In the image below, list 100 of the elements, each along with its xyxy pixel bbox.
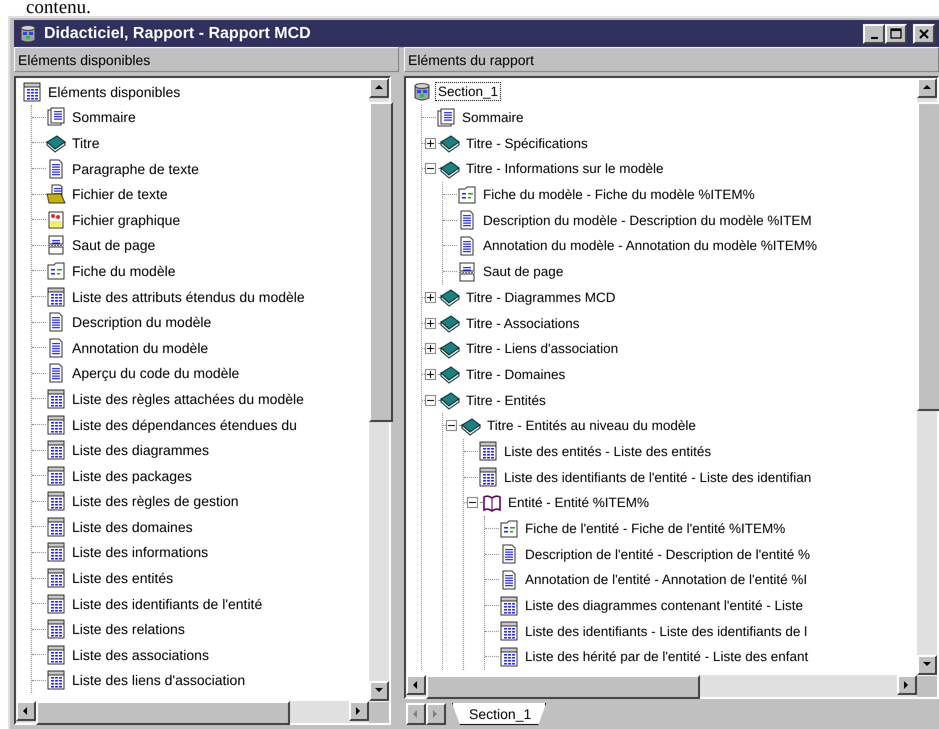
tree-item[interactable]: Saut de page [481,263,566,280]
scrollbar-thumb[interactable] [426,675,700,699]
tree-item[interactable]: Liste des diagrammes contenant l'entité - Liste [523,597,805,614]
expand-toggle[interactable] [425,292,436,303]
tree-item[interactable]: Titre - Diagrammes MCD [464,288,618,306]
section-tab[interactable]: Section_1 [452,703,546,725]
expand-toggle[interactable] [425,343,436,354]
tree-item[interactable]: Description de l'entité - Description de l'entité % [523,546,812,563]
scroll-left-button[interactable] [16,701,36,721]
vertical-scrollbar[interactable] [917,78,937,675]
plus-icon [427,370,434,378]
collapse-toggle[interactable] [467,497,478,508]
expand-toggle[interactable] [425,368,436,380]
table-icon [46,594,66,614]
tree-item[interactable]: Liste des attributs étendus du modèle [70,288,307,306]
scroll-left-button[interactable] [406,675,426,695]
table-icon [478,467,498,488]
tree-item[interactable]: Titre - Entités au niveau du modèle [485,417,698,434]
table-icon [46,619,66,640]
tree-item[interactable]: Fiche du modèle [70,262,178,280]
collapse-toggle[interactable] [425,394,436,406]
tree-item[interactable]: Liste des liens d'association [70,671,248,690]
tree-item[interactable]: Liste des diagrammes [70,441,211,460]
horizontal-scrollbar[interactable] [406,675,917,697]
tree-item[interactable]: Eléments disponibles [46,82,182,101]
scrollbar-thumb[interactable] [917,102,939,411]
next-tab-button[interactable] [426,703,446,725]
tree-item[interactable]: Titre - Liens d'association [464,340,620,358]
tree-item[interactable]: Sommaire [70,108,138,126]
tree-item[interactable]: Titre [70,134,102,152]
tree-item[interactable]: Annotation du modèle - Annotation du modèle %ITEM% [481,237,819,254]
tree-item[interactable]: Liste des associations [70,646,211,664]
book-icon [46,132,66,153]
collapse-toggle[interactable] [446,420,457,432]
horizontal-scrollbar[interactable] [16,701,369,723]
plus-icon [427,320,434,327]
maximize-button[interactable] [885,24,907,44]
tree-item[interactable]: Titre - Informations sur le modèle [464,160,666,178]
tree-item[interactable]: Titre - Entités [464,392,548,409]
scroll-up-button[interactable] [369,78,389,98]
tree-item[interactable]: Liste des packages [70,466,194,485]
tree-item[interactable]: Description du modèle [70,313,214,332]
tree-item[interactable]: Liste des identifiants - Liste des identifiants de l [523,622,810,640]
minimize-button[interactable] [863,24,885,44]
tree-item[interactable]: Sommaire [460,109,526,126]
tree-item[interactable]: Liste des identifiants de l'entité [70,594,264,613]
page-break-icon [457,262,477,282]
scroll-down-button[interactable] [369,681,389,701]
tree-item[interactable]: Saut de page [70,236,158,254]
tree-item[interactable]: Fiche du modèle - Fiche du modèle %ITEM% [481,186,757,204]
tree-item[interactable]: Section_1 [436,83,500,100]
scroll-down-button[interactable] [917,655,937,675]
tree-item[interactable]: Liste des règles attachées du modèle [70,390,306,408]
tree-item[interactable]: Fiche de l'entité - Fiche de l'entité %ITEM% [523,520,788,538]
folder-page-icon [46,184,66,204]
previous-tab-button[interactable] [406,703,426,725]
tree-item[interactable]: Liste des domaines [70,518,195,536]
scroll-up-button[interactable] [917,78,937,98]
tree-item[interactable]: Fichier de texte [70,185,170,204]
tree-item[interactable]: Liste des informations [70,543,210,562]
tree-item[interactable]: Liste des identifiants de l'entité - Liste des identifian [502,468,814,486]
tree-item[interactable]: Entité - Entité %ITEM% [506,494,652,512]
scroll-right-button[interactable] [897,675,917,695]
table-icon [46,542,66,562]
table-icon [499,621,519,642]
panel-header: Eléments disponibles [14,47,399,72]
scroll-right-button[interactable] [349,701,369,721]
tree-item[interactable]: Description du modèle - Description du modèle %ITEM [481,212,814,229]
picture-page-icon [46,210,66,230]
tree-item[interactable]: Annotation du modèle [70,338,210,357]
tree-item[interactable]: Liste des relations [70,620,187,638]
tree-item[interactable]: Liste des entités [70,569,176,588]
table-icon [46,670,66,690]
cylinder-icon [412,82,432,102]
tree-item[interactable]: Aperçu du code du modèle [70,364,242,382]
tree-item[interactable]: Titre - Spécifications [464,134,590,152]
collapse-toggle[interactable] [425,163,436,174]
form-sheet-icon [46,260,66,281]
tree-item[interactable]: Titre - Domaines [464,366,568,383]
expand-toggle[interactable] [425,138,436,149]
table-icon [46,440,66,460]
tree-item[interactable]: Liste des entités - Liste des entités [502,442,714,460]
tree-item[interactable]: Liste des dépendances étendues du [70,416,299,434]
table-icon [478,441,498,462]
tree-item[interactable]: Paragraphe de texte [70,160,201,178]
book-icon [440,313,460,334]
table-icon [46,644,66,665]
open-book-icon [482,492,502,513]
close-button[interactable] [913,24,935,44]
scrollbar-thumb[interactable] [369,102,393,422]
tree-item[interactable]: Liste des règles de gestion [70,492,241,510]
tree-item[interactable]: Liste des hérité par de l'entité - Liste des enfant [523,648,810,666]
scrollbar-thumb[interactable] [36,701,290,725]
page-icon [436,108,456,128]
tree-item[interactable]: Titre - Associations [464,314,582,332]
plus-icon [427,294,434,301]
expand-toggle[interactable] [425,318,436,329]
panel-header: Eléments du rapport [404,47,939,72]
tree-item[interactable]: Fichier graphique [70,210,182,229]
tree-item[interactable]: Annotation de l'entité - Annotation de l'entité %I [523,571,810,588]
